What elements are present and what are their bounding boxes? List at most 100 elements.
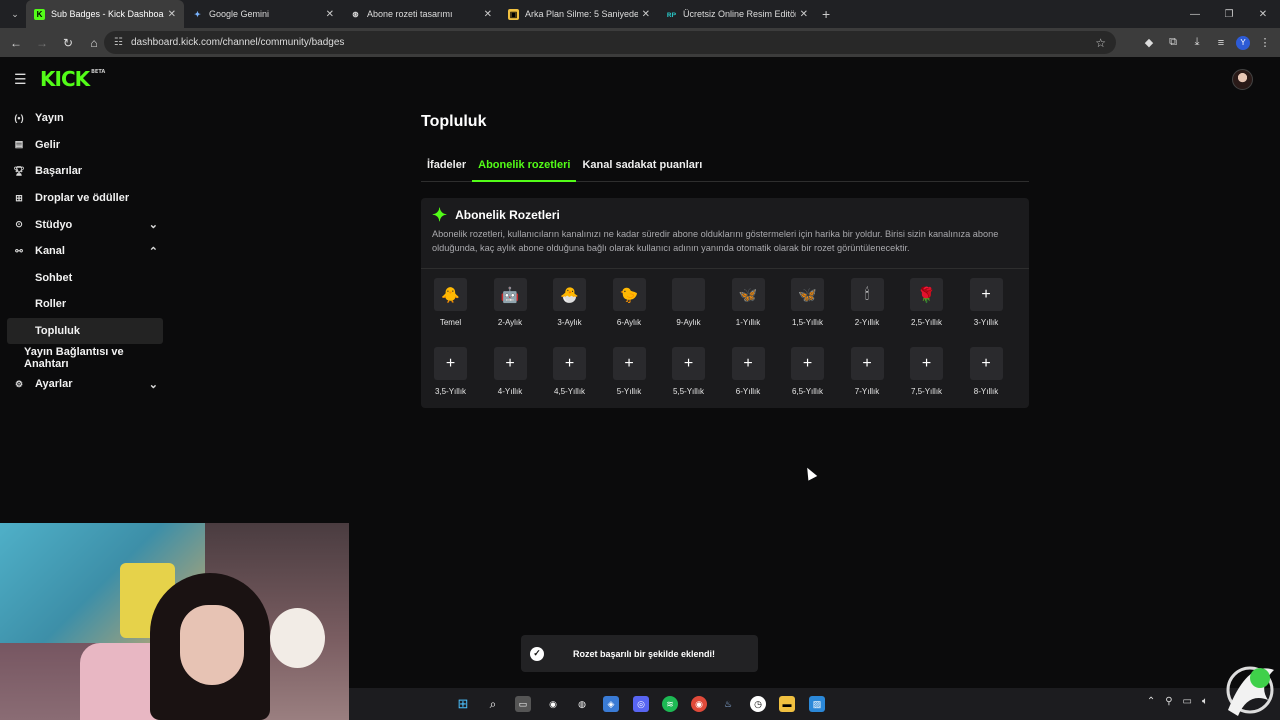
media-icon[interactable]: ≡ bbox=[1212, 34, 1230, 52]
minimize-icon[interactable]: — bbox=[1178, 0, 1212, 28]
site-info-icon[interactable]: ☷ bbox=[114, 37, 123, 48]
plus-icon[interactable]: + bbox=[850, 347, 884, 380]
badge-slot[interactable]: +4-Yıllık bbox=[493, 347, 554, 416]
more-menu-icon[interactable]: ⋮ bbox=[1256, 34, 1274, 52]
download-icon[interactable]: ⤓ bbox=[1188, 34, 1206, 52]
chevron-up-icon[interactable]: ⌃ bbox=[149, 245, 158, 258]
plus-icon[interactable]: + bbox=[493, 347, 527, 380]
photos-icon[interactable]: ▨ bbox=[809, 696, 825, 712]
sidebar-item-basarilar[interactable]: 🏆︎ Başarılar bbox=[0, 158, 170, 185]
badge-slot[interactable]: 🐤 6-Aylık bbox=[612, 278, 673, 347]
file-explorer-icon[interactable]: ▬ bbox=[779, 696, 795, 712]
badge-slot[interactable]: 🦋 1-Yıllık bbox=[731, 278, 792, 347]
badge-slot[interactable]: +5-Yıllık bbox=[612, 347, 673, 416]
sidebar-item-topluluk[interactable]: Topluluk bbox=[7, 317, 163, 345]
tab-emotes[interactable]: İfadeler bbox=[421, 151, 472, 182]
plus-icon[interactable]: + bbox=[969, 278, 1003, 311]
obs-icon[interactable]: ◉ bbox=[545, 696, 561, 712]
task-view-icon[interactable]: ▭ bbox=[515, 696, 531, 712]
badge-slot[interactable]: 🦋 1,5-Yıllık bbox=[791, 278, 851, 347]
sidebar-item-roller[interactable]: Roller bbox=[0, 291, 170, 318]
sidebar-item-ayarlar[interactable]: ⚙ Ayarlar ⌄ bbox=[0, 371, 170, 398]
empty-badge-icon[interactable] bbox=[672, 278, 705, 311]
bookmark-star-icon[interactable]: ☆ bbox=[1095, 36, 1106, 50]
chevron-down-icon[interactable]: ⌄ bbox=[149, 378, 158, 391]
windows-start-icon[interactable]: ⊞ bbox=[455, 696, 471, 712]
tab-search-chevron-icon[interactable]: ⌄ bbox=[4, 4, 26, 24]
chick-icon[interactable]: 🐥 bbox=[434, 278, 467, 311]
app-icon[interactable]: ◍ bbox=[574, 696, 590, 712]
butterfly-icon[interactable]: 🦋 bbox=[791, 278, 824, 311]
plus-icon[interactable]: + bbox=[672, 347, 705, 380]
diamond-extension-icon[interactable]: ◆ bbox=[1140, 34, 1158, 52]
sidebar-item-gelir[interactable]: ▤ Gelir bbox=[0, 132, 170, 159]
discord-icon[interactable]: ◎ bbox=[633, 696, 649, 712]
badge-slot[interactable]: 🌹 2,5-Yıllık bbox=[910, 278, 970, 347]
sidebar-item-sohbet[interactable]: Sohbet bbox=[0, 265, 170, 292]
hamburger-menu-icon[interactable]: ☰ bbox=[14, 71, 27, 88]
user-avatar[interactable] bbox=[1232, 69, 1253, 90]
butterfly-icon[interactable]: 🦋 bbox=[731, 278, 765, 311]
extensions-icon[interactable]: ⧉ bbox=[1164, 34, 1182, 52]
plus-icon[interactable]: + bbox=[612, 347, 646, 380]
browser-tab-1[interactable]: ✦ Google Gemini ✕ bbox=[184, 0, 342, 28]
network-icon[interactable]: ⚲ bbox=[1165, 696, 1172, 707]
display-icon[interactable]: ▭ bbox=[1183, 696, 1192, 707]
plus-icon[interactable]: + bbox=[969, 347, 1003, 380]
chrome-icon[interactable]: ◉ bbox=[691, 696, 707, 712]
badge-slot[interactable]: +8-Yıllık bbox=[969, 347, 1030, 416]
badge-slot[interactable]: +3,5-Yıllık bbox=[434, 347, 494, 416]
search-icon[interactable]: ⌕ bbox=[485, 696, 501, 712]
spotify-icon[interactable]: ≋ bbox=[662, 696, 678, 712]
badge-slot[interactable]: +6,5-Yıllık bbox=[791, 347, 851, 416]
chevron-up-icon[interactable]: ⌃ bbox=[1147, 696, 1155, 707]
plus-icon[interactable]: + bbox=[434, 347, 467, 380]
badge-slot[interactable]: 9-Aylık bbox=[672, 278, 732, 347]
sidebar-item-kanal[interactable]: ⚯ Kanal ⌃ bbox=[0, 238, 170, 265]
rose-icon[interactable]: 🌹 bbox=[910, 278, 943, 311]
tab-sub-badges[interactable]: Abonelik rozetleri bbox=[472, 151, 577, 182]
chevron-down-icon[interactable]: ⌄ bbox=[149, 218, 158, 231]
close-icon[interactable]: ✕ bbox=[484, 9, 492, 20]
plus-icon[interactable]: + bbox=[553, 347, 586, 380]
sidebar-item-studyo[interactable]: ⊙ Stüdyo ⌄ bbox=[0, 211, 170, 238]
profile-avatar[interactable]: Y bbox=[1236, 35, 1250, 50]
address-bar[interactable]: ☷ dashboard.kick.com/channel/community/b… bbox=[104, 31, 1116, 54]
badge-slot[interactable]: +5,5-Yıllık bbox=[672, 347, 732, 416]
close-icon[interactable]: ✕ bbox=[800, 9, 808, 20]
badge-slot[interactable]: 🕯 2-Yıllık bbox=[850, 278, 911, 347]
lamp-icon[interactable]: 🕯 bbox=[850, 278, 884, 311]
badge-slot[interactable]: 🤖 2-Aylık bbox=[493, 278, 554, 347]
badge-slot[interactable]: +7,5-Yıllık bbox=[910, 347, 970, 416]
badge-slot[interactable]: +4,5-Yıllık bbox=[553, 347, 613, 416]
plus-icon[interactable]: + bbox=[791, 347, 824, 380]
restore-icon[interactable]: ❐ bbox=[1212, 0, 1246, 28]
kick-logo[interactable]: KICK BETA bbox=[40, 67, 105, 91]
browser-tab-3[interactable]: ▣ Arka Plan Silme: 5 Saniyede Mu ✕ bbox=[500, 0, 658, 28]
close-window-icon[interactable]: ✕ bbox=[1246, 0, 1280, 28]
badge-slot[interactable]: 🐥 Temel bbox=[434, 278, 494, 347]
browser-tab-2[interactable]: ⊛ Abone rozeti tasarımı ✕ bbox=[342, 0, 500, 28]
reload-icon[interactable]: ↻ bbox=[56, 31, 80, 55]
chick-pink-icon[interactable]: 🐣 bbox=[553, 278, 586, 311]
home-icon[interactable]: ⌂ bbox=[82, 31, 106, 55]
browser-tab-4[interactable]: ʀᴘ Ücretsiz Online Resim Editörü - ✕ bbox=[658, 0, 816, 28]
tab-loyalty-points[interactable]: Kanal sadakat puanları bbox=[576, 151, 708, 182]
back-icon[interactable]: ← bbox=[4, 31, 28, 55]
browser-tab-0[interactable]: K Sub Badges - Kick Dashboard ✕ bbox=[26, 0, 184, 28]
new-tab-icon[interactable]: + bbox=[822, 6, 830, 22]
chick-glasses-icon[interactable]: 🐤 bbox=[612, 278, 646, 311]
forward-icon[interactable]: → bbox=[30, 31, 54, 55]
close-icon[interactable]: ✕ bbox=[642, 9, 650, 20]
sidebar-item-stream-key[interactable]: Yayın Bağlantısı ve Anahtarı bbox=[0, 344, 170, 371]
steam-icon[interactable]: ♨ bbox=[720, 696, 736, 712]
clock-app-icon[interactable]: ◷ bbox=[750, 696, 766, 712]
sidebar-item-droplar[interactable]: ⊞ Droplar ve ödüller bbox=[0, 185, 170, 212]
badge-slot[interactable]: +6-Yıllık bbox=[731, 347, 792, 416]
plus-icon[interactable]: + bbox=[731, 347, 765, 380]
plus-icon[interactable]: + bbox=[910, 347, 943, 380]
badge-slot[interactable]: +7-Yıllık bbox=[850, 347, 911, 416]
app-blue-icon[interactable]: ◈ bbox=[603, 696, 619, 712]
close-icon[interactable]: ✕ bbox=[326, 9, 334, 20]
sidebar-item-yayin[interactable]: (•) Yayın bbox=[0, 105, 170, 132]
